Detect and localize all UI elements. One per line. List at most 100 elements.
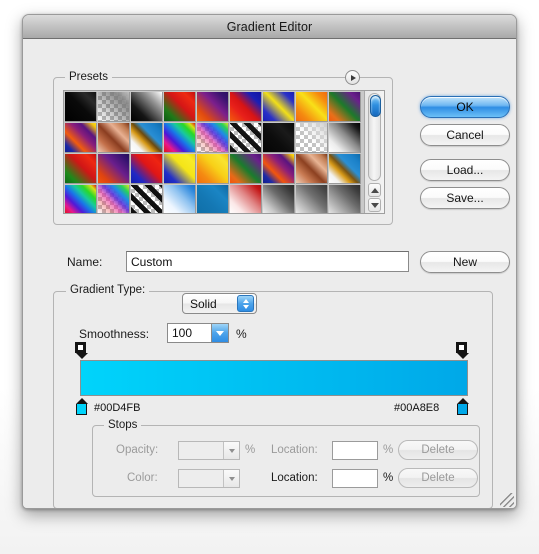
preset-swatch[interactable] (296, 154, 328, 184)
preset-swatch[interactable] (65, 185, 97, 213)
preset-swatch[interactable] (230, 185, 262, 213)
preset-swatch-fill (230, 123, 261, 152)
gradient-type-value: Solid (190, 296, 217, 311)
preset-swatch[interactable] (329, 92, 361, 122)
preset-swatch[interactable] (98, 92, 130, 122)
preset-swatch[interactable] (296, 92, 328, 122)
preset-swatch[interactable] (329, 154, 361, 184)
opacity-location-input[interactable] (332, 441, 378, 460)
presets-group: Presets (53, 71, 393, 225)
opacity-chevron-down-icon[interactable] (223, 442, 239, 459)
preset-swatch[interactable] (131, 154, 163, 184)
preset-swatch[interactable] (98, 154, 130, 184)
preset-swatch[interactable] (230, 92, 262, 122)
scrollbar-thumb[interactable] (370, 95, 381, 117)
delete-opacity-stop-button[interactable]: Delete (398, 440, 478, 460)
preset-swatch[interactable] (197, 185, 229, 213)
scrollbar-track[interactable] (368, 93, 381, 181)
scrollbar-up-button[interactable] (368, 183, 381, 197)
preset-swatch-fill (296, 123, 327, 152)
preset-swatch[interactable] (230, 123, 262, 153)
presets-swatch-grid[interactable] (64, 91, 364, 213)
window-title: Gradient Editor (226, 19, 313, 34)
smoothness-value: 100 (172, 326, 193, 340)
preset-swatch-fill (164, 92, 195, 121)
opacity-value (179, 442, 183, 459)
preset-swatch[interactable] (164, 92, 196, 122)
presets-scrollbar[interactable] (364, 91, 384, 213)
preset-swatch-fill (98, 154, 129, 183)
preset-swatch[interactable] (296, 123, 328, 153)
cancel-button[interactable]: Cancel (420, 124, 510, 146)
preset-swatch[interactable] (329, 185, 361, 213)
name-input[interactable]: Custom (126, 251, 409, 272)
color-swatch-input[interactable] (178, 469, 240, 488)
preset-swatch-fill (296, 154, 327, 183)
opacity-stop-left[interactable] (75, 342, 88, 359)
preset-swatch[interactable] (263, 185, 295, 213)
preset-swatch[interactable] (164, 154, 196, 184)
preset-swatch[interactable] (230, 154, 262, 184)
color-stop-right[interactable] (456, 398, 469, 415)
new-button[interactable]: New (420, 251, 510, 273)
preset-swatch-fill (197, 92, 228, 121)
color-location-input[interactable] (332, 469, 378, 488)
preset-swatch[interactable] (197, 154, 229, 184)
window-titlebar[interactable]: Gradient Editor (23, 15, 516, 39)
resize-grip[interactable] (500, 493, 514, 507)
preset-swatch-fill (98, 92, 129, 121)
preset-swatch[interactable] (98, 185, 130, 213)
preset-swatch-fill (263, 185, 294, 213)
chevron-down-icon[interactable] (211, 324, 228, 342)
preset-swatch-fill (197, 185, 228, 213)
color-stop-left[interactable] (75, 398, 88, 415)
preset-swatch-fill (197, 123, 228, 152)
preset-swatch-fill (296, 92, 327, 121)
load-button[interactable]: Load... (420, 159, 510, 181)
preset-swatch[interactable] (65, 154, 97, 184)
gradient-type-group: Gradient Type: Solid Smoothness: 100 % #… (53, 284, 493, 508)
delete-color-stop-button[interactable]: Delete (398, 468, 478, 488)
presets-flyout-button[interactable] (345, 70, 360, 85)
preset-swatch[interactable] (131, 185, 163, 213)
preset-swatch[interactable] (65, 123, 97, 153)
smoothness-combo[interactable]: 100 (167, 323, 229, 343)
opacity-stop-right[interactable] (456, 342, 469, 359)
preset-swatch[interactable] (164, 185, 196, 213)
preset-swatch[interactable] (197, 92, 229, 122)
preset-swatch[interactable] (197, 123, 229, 153)
save-button[interactable]: Save... (420, 187, 510, 209)
opacity-input[interactable] (178, 441, 240, 460)
presets-legend: Presets (65, 71, 112, 83)
preset-swatch[interactable] (98, 123, 130, 153)
preset-swatch-fill (230, 185, 261, 213)
name-input-value: Custom (131, 254, 173, 269)
preset-swatch[interactable] (131, 92, 163, 122)
preset-swatch[interactable] (263, 92, 295, 122)
preset-swatch-fill (131, 185, 162, 213)
updown-arrows-icon[interactable] (237, 295, 254, 312)
preset-swatch[interactable] (131, 123, 163, 153)
preset-swatch-fill (329, 154, 360, 183)
preset-swatch-fill (230, 154, 261, 183)
preset-swatch-fill (65, 154, 96, 183)
gradient-type-popup[interactable]: Solid (182, 293, 257, 314)
gradient-editor-window: Gradient Editor Presets OK Cancel Load..… (22, 14, 517, 509)
preset-swatch[interactable] (65, 92, 97, 122)
gradient-preview-strip[interactable] (80, 360, 468, 396)
preset-swatch[interactable] (263, 123, 295, 153)
preset-swatch-fill (329, 123, 360, 152)
preset-swatch[interactable] (296, 185, 328, 213)
preset-swatch[interactable] (329, 123, 361, 153)
color-chevron-down-icon[interactable] (223, 470, 239, 487)
preset-swatch[interactable] (164, 123, 196, 153)
color-location-unit: % (383, 472, 394, 484)
scrollbar-down-button[interactable] (368, 198, 381, 212)
opacity-label: Opacity: (116, 444, 159, 456)
ok-button[interactable]: OK (420, 96, 510, 118)
presets-well (63, 90, 385, 214)
presets-swatch-area[interactable] (64, 91, 364, 213)
preset-swatch[interactable] (263, 154, 295, 184)
preset-swatch-fill (131, 123, 162, 152)
preset-swatch-fill (98, 123, 129, 152)
